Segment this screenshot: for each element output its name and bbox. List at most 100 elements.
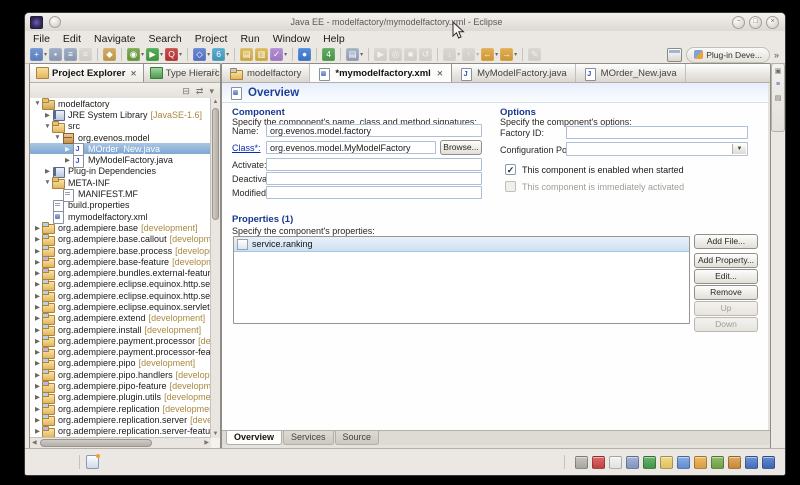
tree-item[interactable]: ▼modelfactory xyxy=(30,98,211,109)
property-row[interactable]: service.ranking xyxy=(234,237,689,252)
twistie-icon[interactable]: ▶ xyxy=(43,167,52,175)
tree-item[interactable]: ▶org.adempiere.pipo.handlers[development… xyxy=(30,369,211,380)
tray-table-icon[interactable] xyxy=(643,456,656,469)
window-menu-icon[interactable] xyxy=(49,16,61,28)
twistie-icon[interactable]: ▶ xyxy=(33,416,42,424)
twistie-icon[interactable]: ▼ xyxy=(43,179,52,186)
perspective-plugin-dev-button[interactable]: Plug-in Deve... xyxy=(686,47,770,63)
tree-item[interactable]: ▶org.adempiere.payment.processor[develop… xyxy=(30,335,211,346)
dropdown-arrow-icon[interactable]: ▾ xyxy=(44,51,47,58)
twistie-icon[interactable]: ▶ xyxy=(33,235,42,243)
twistie-icon[interactable]: ▼ xyxy=(33,100,42,107)
collapse-all-icon[interactable]: ⊟ xyxy=(182,86,190,97)
debug-button[interactable]: ◉▾ xyxy=(127,48,144,61)
twistie-icon[interactable]: ▶ xyxy=(33,405,42,413)
tree-item[interactable]: ▼src xyxy=(30,121,211,132)
annotation-nav-button[interactable]: ▤▾ xyxy=(346,48,363,61)
edit-button[interactable]: Edit... xyxy=(694,269,758,284)
twistie-icon[interactable]: ▶ xyxy=(33,258,42,266)
scroll-down-icon[interactable]: ▼ xyxy=(211,431,220,437)
configuration-policy-select[interactable]: ▼ xyxy=(566,142,748,156)
factory-id-input[interactable] xyxy=(566,126,748,139)
outline-icon[interactable]: ≡ xyxy=(776,81,780,88)
tree-item[interactable]: build.properties xyxy=(30,200,211,211)
tray-image-icon[interactable] xyxy=(626,456,639,469)
view-menu-icon[interactable]: ▾ xyxy=(209,86,214,97)
back-button[interactable]: ←▾ xyxy=(481,48,498,61)
tree-item[interactable]: ▶org.adempiere.replication.server-featur… xyxy=(30,426,211,437)
twistie-icon[interactable]: ▶ xyxy=(33,326,42,334)
notification-icon[interactable] xyxy=(86,455,99,469)
class-input[interactable] xyxy=(266,141,436,154)
web-browser-button[interactable]: ● xyxy=(298,48,311,61)
open-perspective-icon[interactable] xyxy=(667,48,682,62)
tray-wand-icon[interactable] xyxy=(728,456,741,469)
tray-gear-icon[interactable] xyxy=(711,456,724,469)
save-all-button[interactable]: ≡ xyxy=(64,48,77,61)
tree-item[interactable]: ▶org.adempiere.eclipse.equinox.servletbr… xyxy=(30,301,211,312)
menu-edit[interactable]: Edit xyxy=(63,33,81,45)
add-property-button[interactable]: Add Property... xyxy=(694,253,758,268)
twistie-icon[interactable]: ▼ xyxy=(53,134,62,141)
scrollbar-thumb[interactable] xyxy=(40,439,152,447)
minimize-view-button[interactable]: ─ xyxy=(203,67,209,77)
quick-access-button[interactable]: ✓▾ xyxy=(270,48,287,61)
form-tab-overview[interactable]: Overview xyxy=(226,431,282,445)
close-button[interactable]: × xyxy=(766,16,779,29)
scrollbar-thumb[interactable] xyxy=(212,108,219,220)
class-link[interactable]: Class*: xyxy=(232,143,261,153)
external-tools-button[interactable]: Q▾ xyxy=(165,48,182,61)
title-bar[interactable]: Java EE - modelfactory/mymodelfactory.xm… xyxy=(25,13,785,32)
tray-monitor-icon[interactable] xyxy=(677,456,690,469)
tree-item[interactable]: ▶org.adempiere.payment.processor-feature… xyxy=(30,347,211,358)
dropdown-arrow-icon[interactable]: ▾ xyxy=(360,51,363,58)
twistie-icon[interactable]: ▶ xyxy=(33,337,42,345)
editor-tab--mymodelfactory-xml[interactable]: *mymodelfactory.xml✕ xyxy=(310,64,452,82)
restore-view-icon[interactable]: ▣ xyxy=(775,67,782,75)
scroll-left-icon[interactable]: ◀ xyxy=(32,438,37,448)
vertical-scrollbar[interactable]: ▲ ▼ xyxy=(210,98,220,438)
tree-item[interactable]: ▶org.adempiere.install[development] xyxy=(30,324,211,335)
tree-item[interactable]: ▶org.adempiere.replication.server[develo… xyxy=(30,414,211,425)
view-tab-project-explorer[interactable]: Project Explorer✕ xyxy=(30,64,144,82)
maximize-button[interactable]: □ xyxy=(749,16,762,29)
scroll-up-icon[interactable]: ▲ xyxy=(211,99,220,105)
tree-item[interactable]: ▶Plug-in Dependencies xyxy=(30,166,211,177)
dropdown-arrow-icon[interactable]: ▾ xyxy=(284,51,287,58)
twistie-icon[interactable]: ▶ xyxy=(33,224,42,232)
save-button[interactable]: ▪ xyxy=(49,48,62,61)
tree-item[interactable]: ▶org.adempiere.base-feature[development] xyxy=(30,256,211,267)
tray-sync-icon[interactable] xyxy=(745,456,758,469)
menu-window[interactable]: Window xyxy=(273,33,310,45)
twistie-icon[interactable]: ▶ xyxy=(33,269,42,277)
chevron-down-icon[interactable]: ▼ xyxy=(732,144,746,154)
twistie-icon[interactable]: ▶ xyxy=(33,371,42,379)
dropdown-arrow-icon[interactable]: ▾ xyxy=(179,51,182,58)
twistie-icon[interactable]: ▶ xyxy=(33,359,42,367)
dropdown-arrow-icon[interactable]: ▾ xyxy=(160,51,163,58)
tree-item[interactable]: ▶JRE System Library[JavaSE-1.6] xyxy=(30,109,211,120)
add-file-button[interactable]: Add File... xyxy=(694,234,758,249)
twistie-icon[interactable]: ▼ xyxy=(43,123,52,130)
menu-run[interactable]: Run xyxy=(240,33,259,45)
new-plugin-button[interactable]: ◇▾ xyxy=(193,48,210,61)
menu-navigate[interactable]: Navigate xyxy=(94,33,135,45)
removebutton[interactable]: Remove xyxy=(694,285,758,300)
twistie-icon[interactable]: ▶ xyxy=(63,145,72,153)
name-input[interactable] xyxy=(266,124,482,137)
modified-input[interactable] xyxy=(266,186,482,199)
dropdown-arrow-icon[interactable]: ▾ xyxy=(226,51,229,58)
dropdown-arrow-icon[interactable]: ▾ xyxy=(141,51,144,58)
tree-item[interactable]: ▶org.adempiere.eclipse.equinox.http.serv… xyxy=(30,279,211,290)
twistie-icon[interactable]: ▶ xyxy=(33,393,42,401)
tree-item[interactable]: ▶org.adempiere.extend[development] xyxy=(30,313,211,324)
form-tab-services[interactable]: Services xyxy=(283,431,334,445)
menu-file[interactable]: File xyxy=(33,33,50,45)
tree-item[interactable]: ▶org.adempiere.pipo[development] xyxy=(30,358,211,369)
menu-search[interactable]: Search xyxy=(148,33,181,45)
tree-item[interactable]: ▶org.adempiere.bundles.external-feature[… xyxy=(30,267,211,278)
twistie-icon[interactable]: ▶ xyxy=(33,427,42,435)
link-with-editor-icon[interactable]: ⇄ xyxy=(196,86,204,97)
form-tab-source[interactable]: Source xyxy=(335,431,380,445)
editor-tab-modelfactory[interactable]: modelfactory xyxy=(222,64,310,82)
